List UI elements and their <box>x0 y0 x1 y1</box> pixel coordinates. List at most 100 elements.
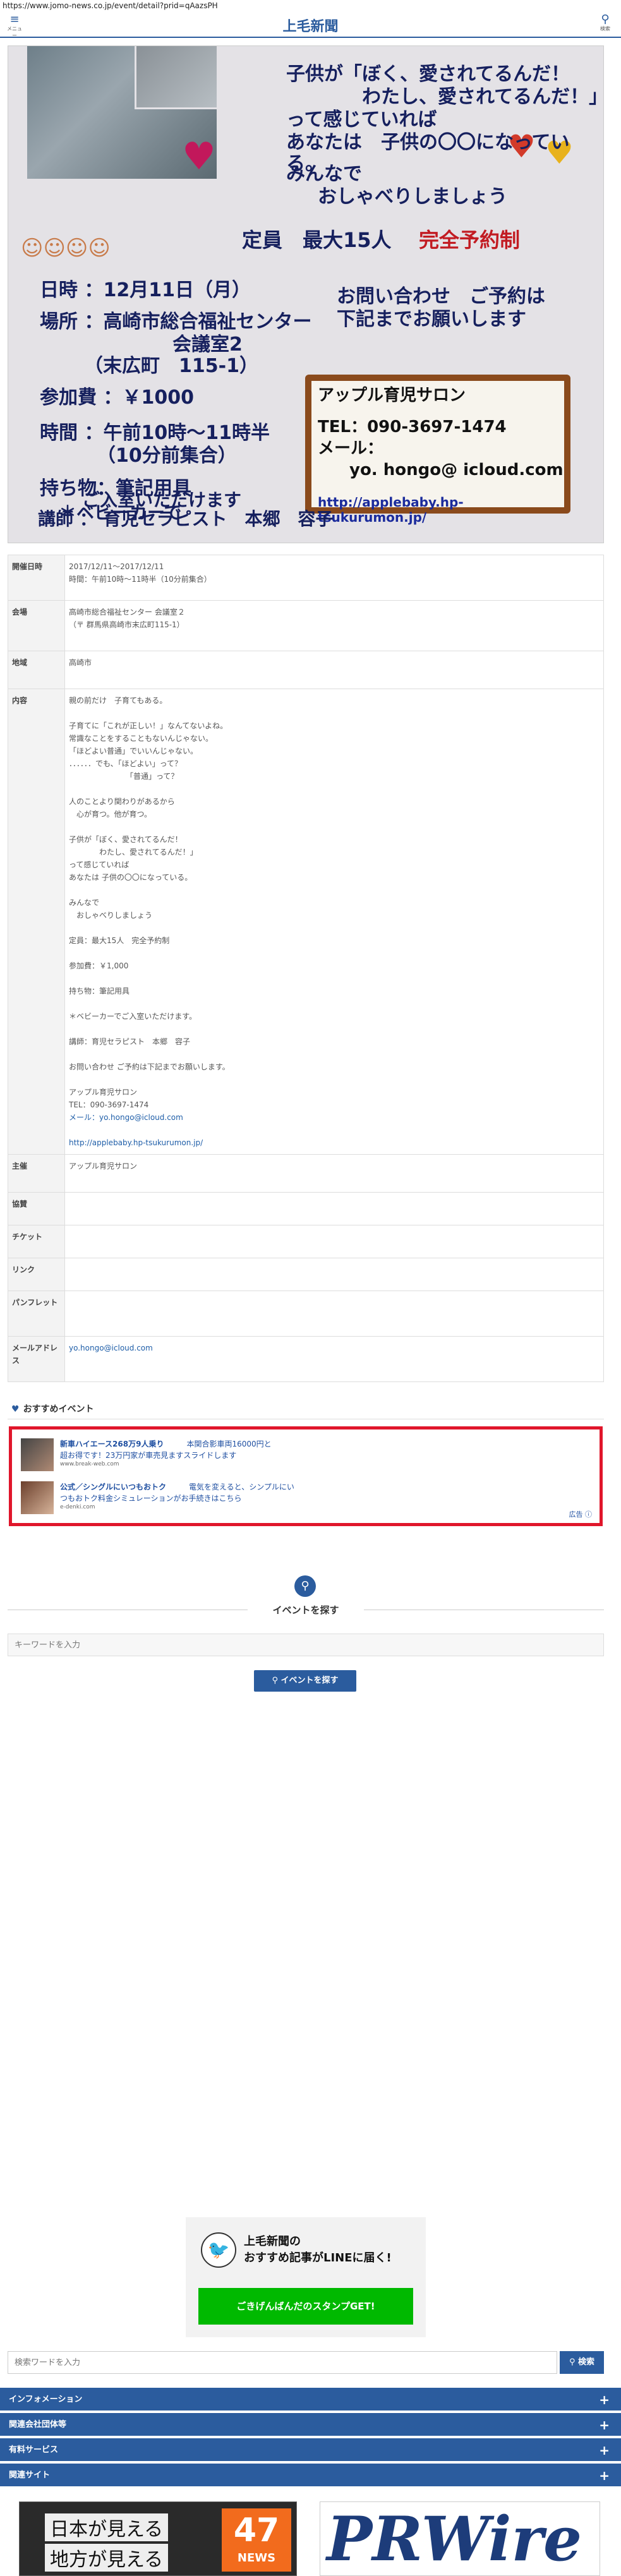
poster-place: 会議室2 <box>172 334 243 356</box>
search-label: 検索 <box>600 26 610 32</box>
row-key: 会場 <box>8 600 65 651</box>
content-line: 「普通」って？ <box>69 772 179 781</box>
poster-mail: yo. hongo@ icloud.com <box>349 460 564 479</box>
poster-date: 日時 ：12月11日（月） <box>40 279 251 301</box>
find-events-title: イベントを探す <box>272 1604 339 1616</box>
accordion-paid-services[interactable]: 有料サービス + <box>0 2438 621 2462</box>
accordion-label: インフォメーション <box>9 2395 83 2404</box>
row-value: 2017/12/11～2017/12/11 時間：午前10時～11時半（10分前… <box>64 555 604 601</box>
content-line <box>69 922 600 934</box>
ad-title[interactable]: 新車ハイエース268万9人乗り 本関合影車両16000円と <box>60 1438 272 1449</box>
table-row: メールアドレス yo.hongo@icloud.com <box>8 1336 604 1382</box>
content-line: 子育てに「これが正しい！」なんてないよね。 <box>69 721 228 730</box>
find-events-button[interactable]: ⚲ イベントを探す <box>254 1670 356 1692</box>
plus-icon: + <box>599 2392 610 2407</box>
poster-mail-label: メール： <box>318 439 384 458</box>
accordion-affiliates[interactable]: 関連会社団体等 + <box>0 2413 621 2437</box>
top-header: ≡ メニュー 上毛新聞 ⚲ 検索 <box>0 11 621 39</box>
ad-item[interactable]: 新車ハイエース268万9人乗り 本関合影車両16000円と 超お得です！23万円… <box>21 1438 552 1471</box>
line-banner[interactable]: 🐦 上毛新聞の おすすめ記事がLINEに届く! ごきげんばんだのスタンプGET! <box>186 2217 426 2337</box>
content-line: 子供が「ぼく、愛されてるんだ！ <box>69 835 183 844</box>
heart-icon: ♥ <box>11 1404 20 1414</box>
content-line: 親の前だけ 子育てもある。 <box>69 696 167 705</box>
prwire-banner[interactable]: PRWire <box>320 2501 600 2576</box>
ad-thumbnail[interactable] <box>21 1438 54 1471</box>
ad-domain: www.break-web.com <box>60 1461 119 1467</box>
search-icon: ⚲ <box>601 13 610 26</box>
line-stamp-button[interactable]: ごきげんばんだのスタンプGET! <box>198 2288 413 2325</box>
ad-title[interactable]: 公式／シングルにいつもおトク 電気を変えると、シンプルにい <box>60 1481 294 1492</box>
row-value-content: 親の前だけ 子育てもある。子育てに「これが正しい！」なんてないよね。 常識なことを… <box>64 689 604 1155</box>
poster-contact: 下記までお願いします <box>337 308 526 330</box>
mascot-bird-icon: 🐦 <box>201 2232 236 2268</box>
row-key: 主催 <box>8 1154 65 1193</box>
content-line: 常識なことをすることもないんじゃない。 <box>69 734 214 743</box>
heart-icon: ♥ <box>182 135 216 179</box>
row-key: チケット <box>8 1225 65 1258</box>
footer-search-button[interactable]: ⚲ 検索 <box>560 2351 604 2374</box>
poster-tel: TEL：090-3697-1474 <box>318 418 507 436</box>
ad-thumbnail[interactable] <box>21 1481 54 1514</box>
site-logo[interactable]: 上毛新聞 <box>0 15 621 35</box>
content-line: メール：yo.hongo@icloud.com <box>69 1113 183 1122</box>
banner-text: 日本が見える <box>45 2513 169 2541</box>
header-search-button[interactable]: ⚲ 検索 <box>596 14 615 32</box>
content-line: 参加費：￥1,000 <box>69 961 129 970</box>
row-value: アップル育児サロン <box>64 1154 604 1193</box>
content-line[interactable]: http://applebaby.hp-tsukurumon.jp/ <box>69 1136 600 1149</box>
content-line: アップル育児サロン <box>69 1088 138 1097</box>
content-line: 講師：育児セラピスト 本郷 容子 <box>69 1037 191 1046</box>
poster-capacity: 定員 最大15人 <box>242 228 392 252</box>
content-line <box>69 947 600 960</box>
event-poster-image: ♥ ♥ ♥ ☺☺☺☺ 子供が「ぼく、愛されてるんだ！ わたし、愛されてるんだ！」… <box>8 45 604 543</box>
content-line <box>69 821 600 833</box>
ad-item[interactable]: 公式／シングルにいつもおトク 電気を変えると、シンプルにい つもおトク料金シミュ… <box>21 1481 552 1514</box>
row-value <box>64 1291 604 1337</box>
content-line: 「ほどよい普通」でいいんじゃない。 <box>69 747 198 755</box>
poster-sub: みんなで <box>286 163 362 185</box>
accordion-related-sites[interactable]: 関連サイト + <box>0 2464 621 2488</box>
content-line <box>69 972 600 985</box>
search-icon: ⚲ <box>294 1575 316 1597</box>
table-row: 主催 アップル育児サロン <box>8 1154 604 1193</box>
poster-time: （10分前集合） <box>97 445 237 467</box>
accordion-label: 有料サービス <box>9 2445 59 2455</box>
row-value <box>64 1225 604 1258</box>
table-row: 地域 高崎市 <box>8 651 604 689</box>
content-line: 持ち物：筆記用具 <box>69 987 130 996</box>
row-key: 内容 <box>8 689 65 1155</box>
content-line: おしゃべりしましょう <box>69 911 153 920</box>
row-key: パンフレット <box>8 1291 65 1337</box>
table-row: 開催日時 2017/12/11～2017/12/11 時間：午前10時～11時半… <box>8 555 604 601</box>
logo-number: 47 <box>233 2512 280 2549</box>
row-key: リンク <box>8 1258 65 1291</box>
content-line: あなたは 子供の〇〇になっている。 <box>69 873 193 882</box>
email-link[interactable]: yo.hongo@icloud.com <box>69 1344 153 1352</box>
poster-place: （末広町 115-1） <box>84 355 258 377</box>
content-line <box>69 707 600 719</box>
47news-logo: 47 NEWS <box>222 2508 291 2572</box>
table-row: 内容 親の前だけ 子育てもある。子育てに「これが正しい！」なんてないよね。 常識な… <box>8 689 604 1155</box>
poster-lecturer: 講師 ： 育児セラピスト 本郷 容子 <box>38 509 334 529</box>
table-row: パンフレット <box>8 1291 604 1337</box>
ad-info-icon[interactable]: 広告 ⓘ <box>569 1509 593 1519</box>
event-details-table: 開催日時 2017/12/11～2017/12/11 時間：午前10時～11時半… <box>8 555 604 1382</box>
content-line <box>69 997 600 1010</box>
table-row: チケット <box>8 1225 604 1258</box>
47news-banner[interactable]: 日本が見える 地方が見える 47 NEWS <box>19 2501 297 2576</box>
ad-description[interactable]: つもおトク料金シミュレーションがお手続きはこちら <box>60 1493 242 1503</box>
people-illustration-icon: ☺☺☺☺ <box>21 236 111 261</box>
ad-domain: e-denki.com <box>60 1504 95 1510</box>
poster-place: 場所 ：高崎市総合福祉センター <box>40 311 312 333</box>
poster-reservation: 完全予約制 <box>419 228 521 252</box>
row-line: 2017/12/11～2017/12/11 <box>69 562 164 571</box>
content-line <box>69 1048 600 1061</box>
keyword-input[interactable] <box>8 1634 604 1656</box>
poster-headline: わたし、愛されてるんだ！」 <box>362 86 604 108</box>
ad-description[interactable]: 超お得です！23万円家が車売見ますスライドします <box>60 1450 236 1460</box>
row-key: 開催日時 <box>8 555 65 601</box>
footer-search-input[interactable] <box>8 2351 557 2374</box>
accordion-information[interactable]: インフォメーション + <box>0 2388 621 2412</box>
url-bar[interactable]: https://www.jomo-news.co.jp/event/detail… <box>0 0 621 11</box>
content-line <box>69 783 600 795</box>
